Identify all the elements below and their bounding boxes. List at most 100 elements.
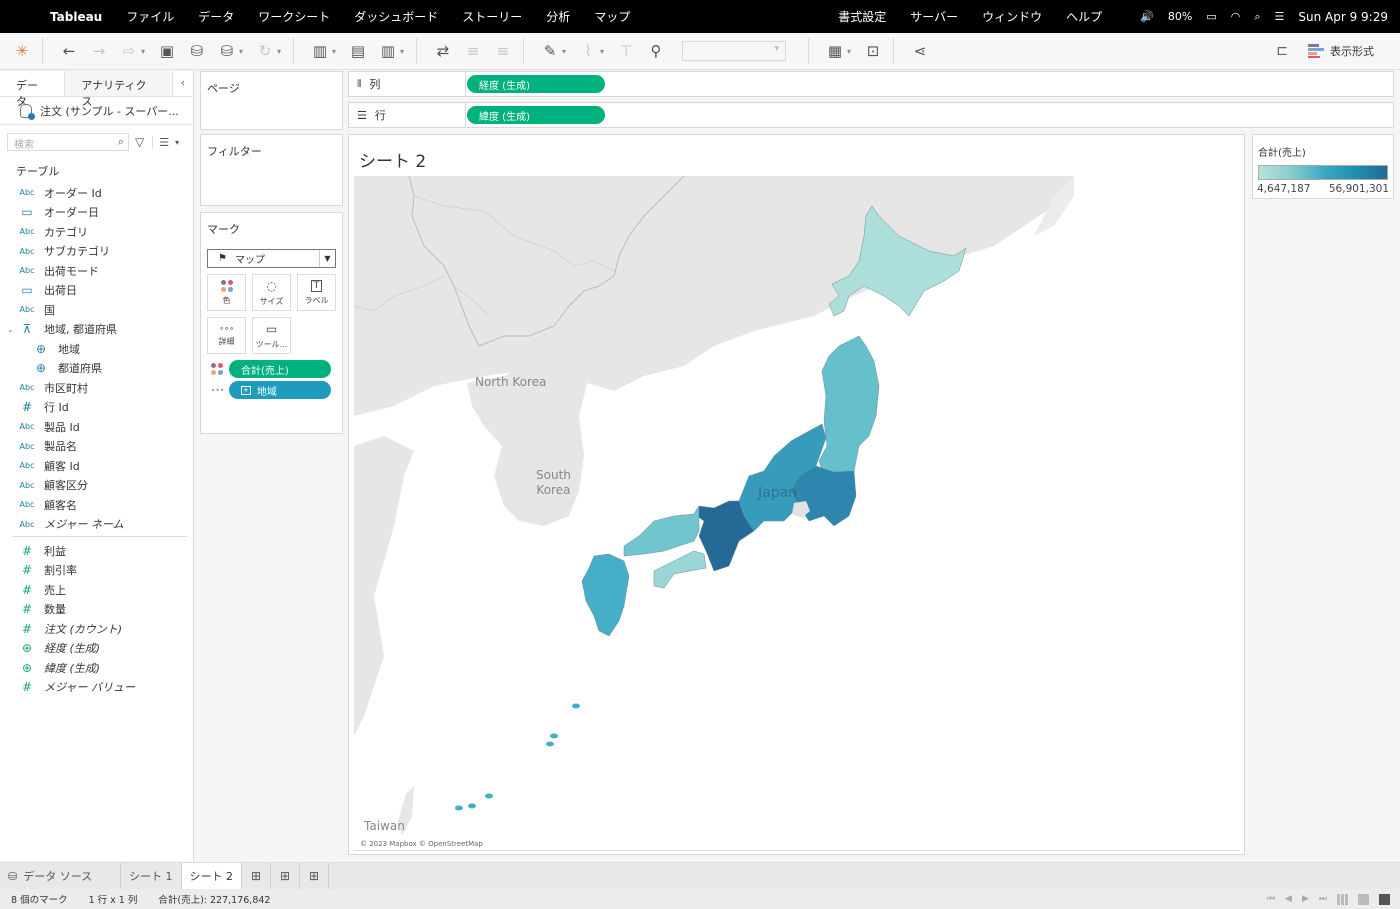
swap-rows-columns-icon[interactable]: ⇄ xyxy=(431,39,455,63)
map-region-mark[interactable] xyxy=(818,335,880,477)
field-item[interactable]: Abc メジャー ネーム xyxy=(0,515,193,535)
share-icon[interactable]: ⋖ xyxy=(908,39,932,63)
caret-icon[interactable]: ▾ xyxy=(847,47,855,56)
refresh-icon[interactable]: ↻ xyxy=(253,39,277,63)
caret-icon[interactable]: ▾ xyxy=(141,47,149,56)
view-list-icon[interactable]: ☰ xyxy=(152,135,169,149)
app-menu[interactable]: Tableau xyxy=(50,10,102,24)
show-labels-icon[interactable]: ⊤ xyxy=(614,39,638,63)
field-search-input[interactable]: 検索 ⌕ xyxy=(7,133,129,151)
highlight-icon[interactable]: ✎ xyxy=(538,39,562,63)
color-button[interactable]: 色 xyxy=(207,274,246,311)
columns-shelf[interactable]: ⦀ 列 経度 (生成) xyxy=(348,71,1394,97)
filmstrip-view-icon[interactable] xyxy=(1358,893,1369,905)
field-item[interactable]: ▭ 出荷日 xyxy=(0,281,193,301)
replay-icon[interactable]: ⇨ xyxy=(117,39,141,63)
fit-dropdown[interactable] xyxy=(682,41,786,61)
tab-data[interactable]: データ xyxy=(0,71,65,108)
field-item[interactable]: ▭ オーダー日 xyxy=(0,203,193,223)
tab-analytics[interactable]: アナリティクス xyxy=(64,71,173,108)
field-item[interactable]: Abc 国 xyxy=(0,300,193,320)
field-item[interactable]: # 売上 xyxy=(0,580,193,600)
caret-icon[interactable]: ▾ xyxy=(562,47,570,56)
field-item[interactable]: Abc 出荷モード xyxy=(0,261,193,281)
menu-analysis[interactable]: 分析 xyxy=(546,8,570,25)
duplicate-sheet-icon[interactable]: ▤ xyxy=(346,39,370,63)
field-item[interactable]: Abc 市区町村 xyxy=(0,378,193,398)
group-paperclip-icon[interactable]: ⌇ xyxy=(576,39,600,63)
menu-map[interactable]: マップ xyxy=(594,8,630,25)
field-item[interactable]: ⊕ 地域 xyxy=(0,339,193,359)
island-mark[interactable] xyxy=(546,741,554,747)
tooltip-button[interactable]: ▭ ツール... xyxy=(252,317,291,354)
latitude-pill[interactable]: 緯度 (生成) xyxy=(467,106,605,124)
wifi-icon[interactable]: ◠ xyxy=(1231,10,1241,23)
pin-axes-icon[interactable]: ⚲ xyxy=(644,39,668,63)
expand-hierarchy-icon[interactable]: + xyxy=(241,385,251,395)
map-region-mark[interactable] xyxy=(623,505,700,557)
menu-dashboard[interactable]: ダッシュボード xyxy=(354,8,438,25)
island-mark[interactable] xyxy=(455,805,463,811)
tab-view-icon[interactable] xyxy=(1379,893,1390,905)
sort-ascending-icon[interactable]: ≡ xyxy=(461,39,485,63)
presentation-mode-icon[interactable]: ⊡ xyxy=(861,39,885,63)
rows-shelf[interactable]: ☰ 行 緯度 (生成) xyxy=(348,102,1394,128)
field-item[interactable]: # 行 Id xyxy=(0,398,193,418)
field-item[interactable]: Abc 顧客名 xyxy=(0,495,193,515)
new-worksheet-icon[interactable]: ▥ xyxy=(308,39,332,63)
new-story-icon[interactable]: ⊞ xyxy=(300,863,329,889)
last-page-icon[interactable]: ⏭ xyxy=(1319,894,1327,904)
tab-sheet-2[interactable]: シート 2 xyxy=(181,863,242,889)
map-region-mark[interactable] xyxy=(581,553,630,637)
map-canvas[interactable]: North Korea South Korea Japan Taiwan © 2… xyxy=(354,176,1240,851)
first-page-icon[interactable]: ⏮ xyxy=(1267,894,1275,904)
filter-icon[interactable]: ▽ xyxy=(135,135,144,149)
field-item[interactable]: # 数量 xyxy=(0,600,193,620)
show-cards-icon[interactable]: ▦ xyxy=(823,39,847,63)
new-worksheet-icon[interactable]: ⊞ xyxy=(242,863,271,889)
caret-icon[interactable]: ▾ xyxy=(239,47,247,56)
color-legend[interactable]: 合計(売上) 4,647,187 56,901,301 xyxy=(1252,134,1394,199)
next-page-icon[interactable]: ▶ xyxy=(1302,894,1309,904)
filters-shelf[interactable]: フィルター xyxy=(200,134,343,206)
field-item[interactable]: Abc 製品 Id xyxy=(0,417,193,437)
grid-view-icon[interactable] xyxy=(1337,893,1348,905)
field-item[interactable]: Abc 製品名 xyxy=(0,437,193,457)
undo-icon[interactable]: ← xyxy=(57,39,81,63)
field-item[interactable]: # 利益 xyxy=(0,541,193,561)
field-item[interactable]: ⊕ 経度 (生成) xyxy=(0,639,193,659)
detail-region-pill[interactable]: + 地域 xyxy=(229,381,331,399)
guide-sign-icon[interactable]: ⊏ xyxy=(1276,43,1288,59)
pages-shelf[interactable]: ページ xyxy=(200,71,343,130)
pause-auto-update-icon[interactable]: ⛁ xyxy=(215,39,239,63)
menu-server[interactable]: サーバー xyxy=(910,8,958,25)
collapse-pane-icon[interactable]: ‹ xyxy=(173,71,193,96)
caret-icon[interactable]: ▾ xyxy=(175,138,179,147)
field-item[interactable]: # 注文 (カウント) xyxy=(0,619,193,639)
field-item[interactable]: # メジャー バリュー xyxy=(0,678,193,698)
clock[interactable]: Sun Apr 9 9:29 xyxy=(1298,10,1388,24)
island-mark[interactable] xyxy=(468,803,476,809)
color-sales-pill[interactable]: 合計(売上) xyxy=(229,360,331,378)
menu-file[interactable]: ファイル xyxy=(126,8,174,25)
sort-descending-icon[interactable]: ≡ xyxy=(491,39,515,63)
mark-type-dropdown[interactable]: ⚑ マップ ▼ xyxy=(207,249,336,268)
tableau-logo-icon[interactable]: ✳ xyxy=(10,39,34,63)
field-item[interactable]: # 割引率 xyxy=(0,561,193,581)
tab-data-source[interactable]: ⛁ データ ソース xyxy=(0,863,121,889)
menu-story[interactable]: ストーリー xyxy=(462,8,522,25)
caret-icon[interactable]: ▾ xyxy=(332,47,340,56)
menu-data[interactable]: データ xyxy=(198,8,234,25)
datasource-item[interactable]: 注文 (サンプル - スーパー... xyxy=(0,97,193,125)
redo-icon[interactable]: → xyxy=(87,39,111,63)
field-item[interactable]: ⌄ ⊼ 地域, 都道府県 xyxy=(0,320,193,340)
clear-sheet-icon[interactable]: ▥ xyxy=(376,39,400,63)
field-item[interactable]: ⊕ 緯度 (生成) xyxy=(0,658,193,678)
tab-sheet-1[interactable]: シート 1 xyxy=(121,863,182,889)
field-item[interactable]: Abc カテゴリ xyxy=(0,222,193,242)
island-mark[interactable] xyxy=(485,793,493,799)
detail-button[interactable]: ∘∘∘ 詳細 xyxy=(207,317,246,354)
sheet-title[interactable]: シート 2 xyxy=(359,147,426,172)
map-attribution[interactable]: © 2023 Mapbox © OpenStreetMap xyxy=(360,840,483,848)
field-item[interactable]: Abc 顧客区分 xyxy=(0,476,193,496)
